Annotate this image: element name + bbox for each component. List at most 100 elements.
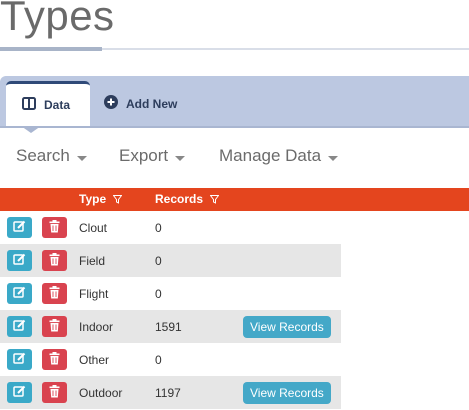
header-type[interactable]: Type xyxy=(71,188,147,211)
header-spacer xyxy=(341,188,469,211)
view-records-button[interactable]: View Records xyxy=(243,315,331,338)
action-cell: View Records xyxy=(236,310,341,343)
edit-button[interactable] xyxy=(6,283,32,304)
tab-add-new[interactable]: Add New xyxy=(104,81,224,126)
records-cell: 0 xyxy=(155,220,162,235)
chevron-down-icon xyxy=(175,155,186,161)
delete-cell xyxy=(38,343,71,376)
edit-icon xyxy=(12,319,26,335)
action-cell xyxy=(236,244,341,277)
edit-icon xyxy=(12,286,26,302)
tab-data[interactable]: Data xyxy=(6,81,90,126)
edit-button[interactable] xyxy=(6,316,32,337)
table-row: Outdoor 1197 View Records xyxy=(0,376,469,409)
trash-icon xyxy=(49,285,60,302)
table-icon xyxy=(22,97,36,113)
type-cell: Flight xyxy=(79,286,109,301)
delete-button[interactable] xyxy=(42,283,67,304)
edit-cell xyxy=(0,244,38,277)
spacer-cell xyxy=(341,211,469,244)
records-cell: 1197 xyxy=(147,376,236,409)
table-row: Flight 0 xyxy=(0,277,469,310)
chevron-down-icon xyxy=(76,155,87,161)
delete-button[interactable] xyxy=(42,250,67,271)
trash-icon xyxy=(49,252,60,269)
header-delete xyxy=(38,188,71,211)
delete-button[interactable] xyxy=(42,316,67,337)
plus-circle-icon xyxy=(104,95,118,112)
tab-data-label: Data xyxy=(44,98,71,112)
tab-bar: Data Add New xyxy=(0,76,469,128)
spacer-cell xyxy=(341,376,469,409)
table-header-row: Type Records xyxy=(0,188,469,211)
action-cell xyxy=(236,211,341,244)
types-table: Type Records Clout 0 Field 0 Flight 0 In… xyxy=(0,188,469,409)
search-menu-label: Search xyxy=(16,146,70,165)
type-cell: Outdoor xyxy=(71,376,147,409)
table-row: Other 0 xyxy=(0,343,469,376)
filter-icon[interactable] xyxy=(112,193,123,207)
tab-add-new-label: Add New xyxy=(126,96,178,111)
view-records-button[interactable]: View Records xyxy=(243,381,331,404)
action-cell xyxy=(236,277,341,310)
delete-cell xyxy=(38,310,71,343)
edit-icon xyxy=(12,253,26,269)
edit-button[interactable] xyxy=(6,217,32,238)
active-tab-pointer xyxy=(21,126,41,133)
delete-button[interactable] xyxy=(42,349,67,370)
type-cell: Field xyxy=(71,244,147,277)
table-row: Field 0 xyxy=(0,244,469,277)
page-title: Types xyxy=(0,0,115,39)
header-actions xyxy=(236,188,341,211)
header-records-label: Records xyxy=(155,192,204,207)
action-cell xyxy=(236,343,341,376)
chevron-down-icon xyxy=(328,155,339,161)
trash-icon xyxy=(49,219,60,236)
delete-button[interactable] xyxy=(42,217,67,238)
edit-icon xyxy=(12,220,26,236)
delete-cell xyxy=(38,376,71,409)
trash-icon xyxy=(49,384,60,401)
edit-cell xyxy=(0,376,38,409)
delete-cell xyxy=(38,277,71,310)
delete-cell xyxy=(38,211,71,244)
manage-data-menu-label: Manage Data xyxy=(219,146,322,165)
records-cell: 1591 xyxy=(147,310,236,343)
export-menu[interactable]: Export xyxy=(119,143,186,169)
records-cell: 0 xyxy=(155,352,162,367)
spacer-cell xyxy=(341,244,469,277)
edit-icon xyxy=(12,385,26,401)
manage-data-menu[interactable]: Manage Data xyxy=(219,143,339,169)
edit-cell xyxy=(0,211,38,244)
edit-icon xyxy=(12,352,26,368)
delete-cell xyxy=(38,244,71,277)
edit-button[interactable] xyxy=(6,382,32,403)
edit-cell xyxy=(0,310,38,343)
records-cell: 0 xyxy=(155,286,162,301)
edit-button[interactable] xyxy=(6,349,32,370)
header-type-label: Type xyxy=(79,192,107,207)
table-row: Indoor 1591 View Records xyxy=(0,310,469,343)
edit-button[interactable] xyxy=(6,250,32,271)
title-divider xyxy=(102,48,469,50)
filter-icon[interactable] xyxy=(209,193,220,207)
header-edit xyxy=(0,188,38,211)
search-menu[interactable]: Search xyxy=(16,143,87,169)
export-menu-label: Export xyxy=(119,146,169,165)
table-row: Clout 0 xyxy=(0,211,469,244)
spacer-cell xyxy=(341,343,469,376)
trash-icon xyxy=(49,318,60,335)
trash-icon xyxy=(49,351,60,368)
records-cell: 0 xyxy=(147,244,236,277)
edit-cell xyxy=(0,277,38,310)
type-cell: Clout xyxy=(79,220,108,235)
delete-button[interactable] xyxy=(42,382,67,403)
type-cell: Other xyxy=(79,352,110,367)
edit-cell xyxy=(0,343,38,376)
spacer-cell xyxy=(341,277,469,310)
type-cell: Indoor xyxy=(71,310,147,343)
header-records[interactable]: Records xyxy=(147,188,236,211)
title-underline xyxy=(0,47,102,51)
action-cell: View Records xyxy=(236,376,341,409)
spacer-cell xyxy=(341,310,469,343)
